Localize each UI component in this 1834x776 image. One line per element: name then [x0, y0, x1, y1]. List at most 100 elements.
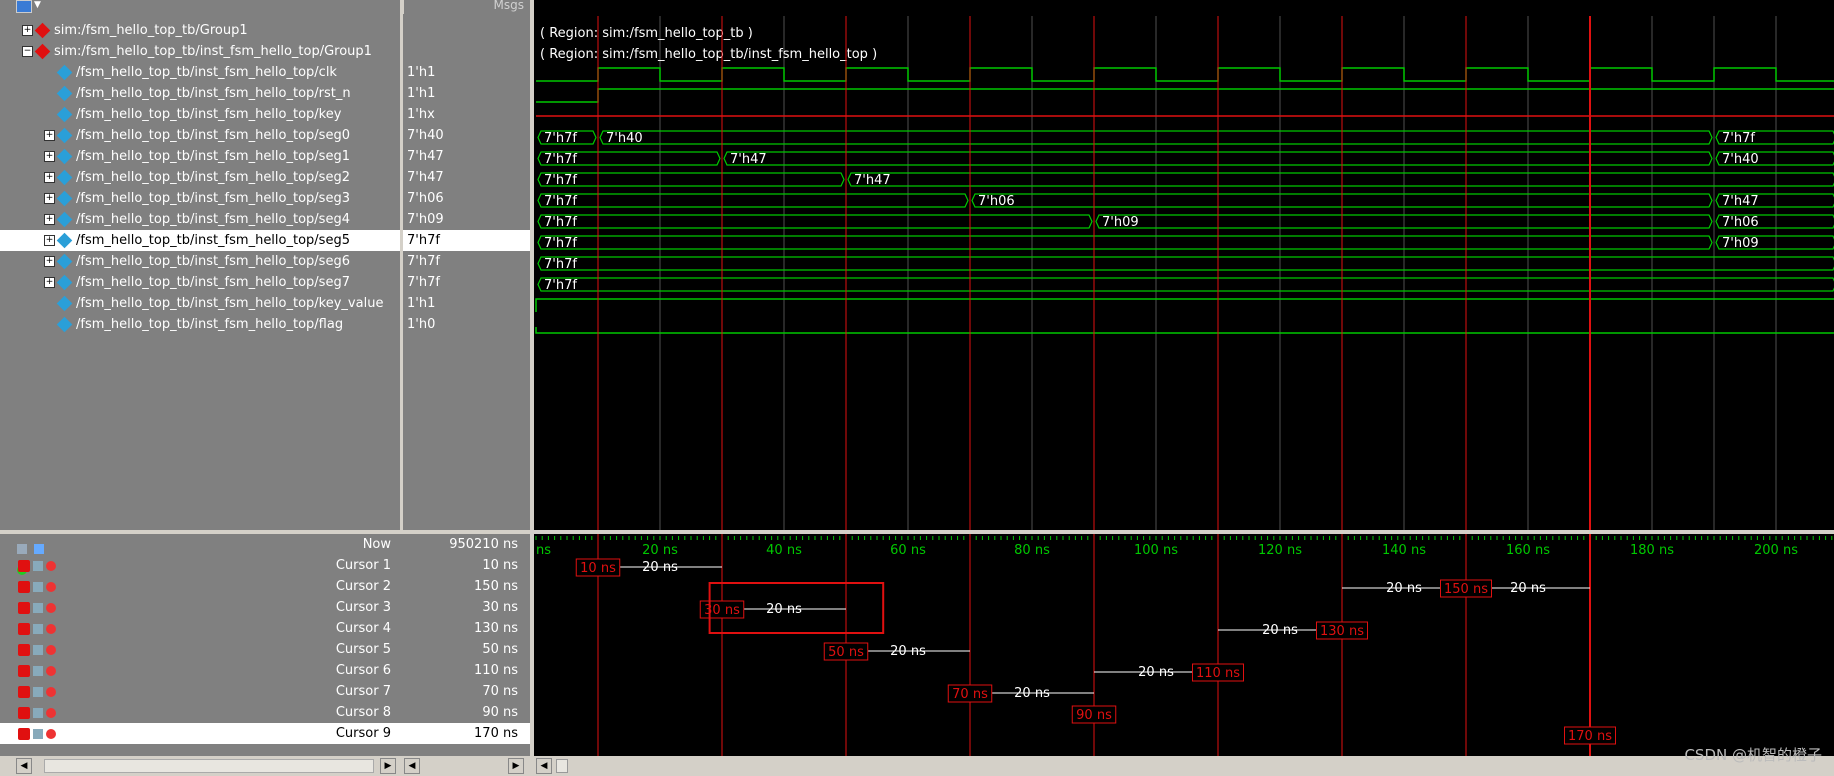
edit-cursor-icon[interactable]	[33, 602, 43, 613]
signal-row[interactable]: + /fsm_hello_top_tb/inst_fsm_hello_top/se…	[0, 251, 403, 272]
wave-scroll-left-button[interactable]: ◀	[536, 758, 552, 774]
edit-cursor-icon[interactable]	[33, 665, 43, 676]
layout-icon[interactable]	[16, 0, 32, 13]
msgs-scroll-right-button[interactable]: ▶	[508, 758, 524, 774]
expand-icon[interactable]: +	[44, 151, 55, 162]
scroll-right-button[interactable]: ▶	[380, 758, 396, 774]
signal-row[interactable]: /fsm_hello_top_tb/inst_fsm_hello_top/fla…	[0, 314, 403, 335]
signal-row[interactable]: /fsm_hello_top_tb/inst_fsm_hello_top/key	[0, 104, 403, 125]
lock-icon[interactable]	[18, 727, 30, 740]
edit-cursor-icon[interactable]	[33, 644, 43, 655]
signal-row[interactable]: + sim:/fsm_hello_top_tb/Group1	[0, 20, 403, 41]
timeline-unit-label: ns	[536, 543, 551, 558]
signal-value	[403, 41, 530, 62]
msgs-scroll-left-button[interactable]: ◀	[404, 758, 420, 774]
signal-name: /fsm_hello_top_tb/inst_fsm_hello_top/seg…	[76, 149, 350, 164]
edit-cursor-icon[interactable]	[33, 581, 43, 592]
edit-cursor-icon[interactable]	[33, 728, 43, 739]
waveform-canvas[interactable]: ( Region: sim:/fsm_hello_top_tb ) ( Regio…	[534, 16, 1834, 530]
delete-cursor-icon[interactable]	[46, 560, 56, 571]
cursor-names-panel: Now Cursor 1 Cursor 2 Cursor 3 Cursor 4 Curs…	[0, 534, 403, 756]
signal-row[interactable]: − sim:/fsm_hello_top_tb/inst_fsm_hello_to…	[0, 41, 403, 62]
bus-segment	[537, 256, 1834, 271]
bus-value-label: 7'h09	[1722, 236, 1759, 251]
expand-icon[interactable]: +	[44, 130, 55, 141]
bus-segment	[537, 193, 969, 208]
lock-icon[interactable]	[18, 622, 30, 635]
signal-row[interactable]: /fsm_hello_top_tb/inst_fsm_hello_top/rst…	[0, 83, 403, 104]
now-value: 950210 ns	[449, 537, 518, 552]
expand-icon[interactable]: +	[44, 214, 55, 225]
signal-name: /fsm_hello_top_tb/inst_fsm_hello_top/seg…	[76, 212, 350, 227]
expand-icon[interactable]: +	[44, 193, 55, 204]
cursor-row[interactable]: Cursor 7	[0, 681, 403, 702]
signal-value: 1'hx	[407, 107, 435, 122]
cursor-label: Cursor 6	[335, 663, 391, 678]
lock-icon[interactable]	[18, 664, 30, 677]
cursor-row[interactable]: Cursor 4	[0, 618, 403, 639]
lock-icon[interactable]	[18, 643, 30, 656]
expand-icon[interactable]: +	[44, 172, 55, 183]
signal-row[interactable]: /fsm_hello_top_tb/inst_fsm_hello_top/clk	[0, 62, 403, 83]
collapse-icon[interactable]: −	[22, 46, 33, 57]
edit-cursor-icon[interactable]	[34, 543, 45, 554]
signal-row[interactable]: + /fsm_hello_top_tb/inst_fsm_hello_top/se…	[0, 188, 403, 209]
dropdown-arrow-icon[interactable]: ▼	[34, 0, 41, 10]
signal-row[interactable]: + /fsm_hello_top_tb/inst_fsm_hello_top/se…	[0, 125, 403, 146]
expand-icon[interactable]: +	[22, 25, 33, 36]
cursor-row[interactable]: Cursor 5	[0, 639, 403, 660]
signal-row[interactable]: + /fsm_hello_top_tb/inst_fsm_hello_top/se…	[0, 230, 403, 251]
delete-cursor-icon[interactable]	[46, 686, 56, 697]
lock-icon[interactable]	[18, 601, 30, 614]
signal-value: 7'h47	[407, 170, 444, 185]
timeline-tick-label: 80 ns	[1014, 543, 1050, 558]
cursor-toolbar-icons[interactable]	[14, 538, 58, 575]
signal-name: /fsm_hello_top_tb/inst_fsm_hello_top/seg…	[76, 191, 350, 206]
expand-icon[interactable]: +	[44, 277, 55, 288]
delete-cursor-icon[interactable]	[46, 728, 56, 739]
edit-cursor-icon[interactable]	[33, 707, 43, 718]
delete-cursor-icon[interactable]	[46, 707, 56, 718]
delete-cursor-icon[interactable]	[46, 665, 56, 676]
cursor-time-label: 130 ns	[1320, 624, 1364, 639]
lock-icon[interactable]	[18, 559, 30, 572]
delete-cursor-icon[interactable]	[46, 602, 56, 613]
signal-value: 1'h1	[407, 65, 436, 80]
cursor-row[interactable]: Cursor 8	[0, 702, 403, 723]
cursor-row[interactable]: Cursor 2	[0, 576, 403, 597]
cursor-row[interactable]: Cursor 9	[0, 723, 403, 744]
cursor-row[interactable]: Cursor 1	[0, 555, 403, 576]
expand-icon[interactable]: +	[44, 256, 55, 267]
names-scroll-track[interactable]	[44, 759, 374, 773]
bus-value-label: 7'h7f	[544, 131, 577, 146]
group-icon	[34, 22, 51, 39]
scroll-left-button[interactable]: ◀	[16, 758, 32, 774]
signal-row[interactable]: + /fsm_hello_top_tb/inst_fsm_hello_top/se…	[0, 272, 403, 293]
signal-row[interactable]: + /fsm_hello_top_tb/inst_fsm_hello_top/se…	[0, 167, 403, 188]
flag-waveform	[535, 327, 1834, 334]
signal-icon	[56, 64, 73, 81]
edit-cursor-icon[interactable]	[33, 560, 43, 571]
lock-icon[interactable]	[18, 706, 30, 719]
edit-cursor-icon[interactable]	[33, 623, 43, 634]
edit-cursor-icon[interactable]	[33, 686, 43, 697]
signal-row[interactable]: /fsm_hello_top_tb/inst_fsm_hello_top/key…	[0, 293, 403, 314]
cursor-delta-label: 20 ns	[1014, 686, 1050, 701]
bus-segment	[537, 172, 845, 187]
add-cursor-icon[interactable]	[17, 543, 27, 554]
delete-cursor-icon[interactable]	[46, 581, 56, 592]
bus-value-label: 7'h7f	[1722, 131, 1755, 146]
cursor-label: Cursor 9	[335, 726, 391, 741]
lock-icon[interactable]	[18, 580, 30, 593]
expand-icon[interactable]: +	[44, 235, 55, 246]
lock-icon[interactable]	[18, 685, 30, 698]
wave-scroll-thumb[interactable]	[556, 759, 568, 773]
signal-row[interactable]: + /fsm_hello_top_tb/inst_fsm_hello_top/se…	[0, 209, 403, 230]
cursor-row[interactable]: Cursor 3	[0, 597, 403, 618]
delete-cursor-icon[interactable]	[46, 644, 56, 655]
timeline-tick-label: 200 ns	[1754, 543, 1798, 558]
cursor-timeline-canvas[interactable]: ns 20 ns 40 ns 60 ns 80 ns 100 ns 120 ns 140 ns…	[534, 534, 1834, 756]
delete-cursor-icon[interactable]	[46, 623, 56, 634]
signal-row[interactable]: + /fsm_hello_top_tb/inst_fsm_hello_top/se…	[0, 146, 403, 167]
cursor-row[interactable]: Cursor 6	[0, 660, 403, 681]
